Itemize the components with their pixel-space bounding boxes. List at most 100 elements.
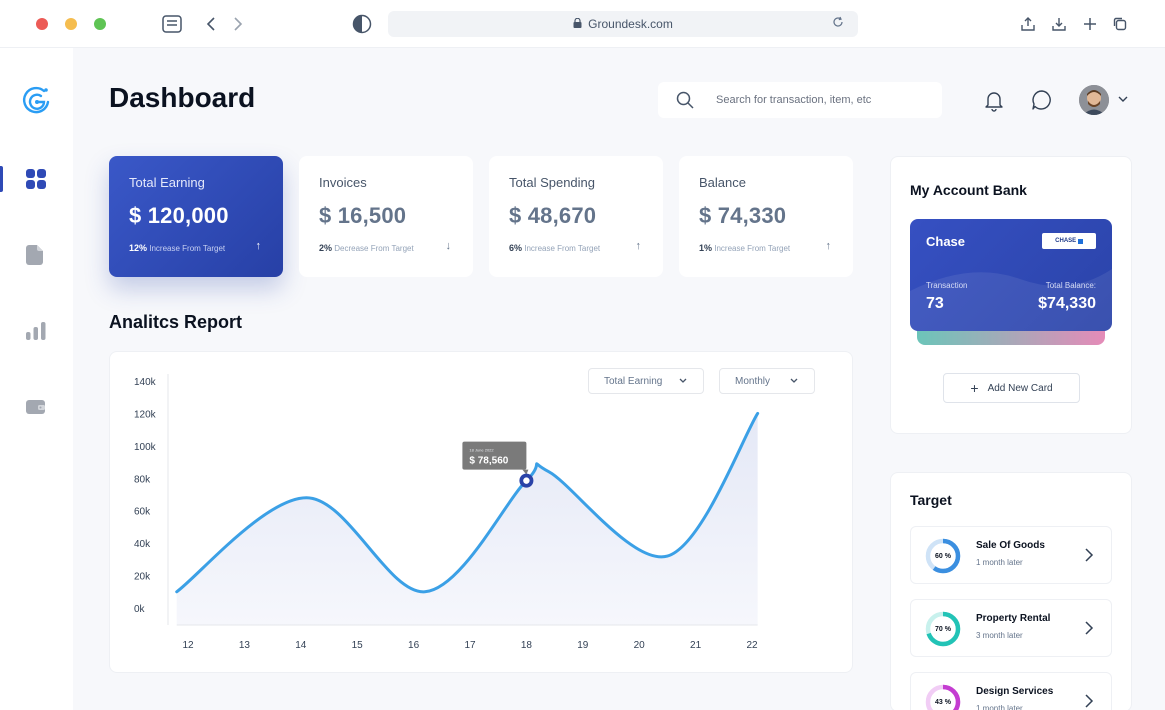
x-tick-label: 21 <box>690 640 702 651</box>
address-bar[interactable]: Groundesk.com <box>388 11 858 37</box>
notification-bell-icon[interactable] <box>982 88 1006 112</box>
sidebar <box>0 48 73 710</box>
chat-icon[interactable] <box>1030 88 1054 112</box>
metric-dropdown[interactable]: Total Earning <box>588 368 704 394</box>
metric-dropdown-label: Total Earning <box>604 375 663 387</box>
x-tick-label: 16 <box>408 640 420 651</box>
chevron-down-icon <box>790 378 798 383</box>
bar-chart-icon[interactable] <box>26 321 46 341</box>
wallet-icon[interactable] <box>26 398 46 418</box>
chevron-down-icon[interactable] <box>1116 92 1130 106</box>
x-tick-label: 12 <box>182 640 194 651</box>
target-name: Design Services <box>976 686 1054 697</box>
target-item[interactable]: 43 % Design Services 1 month later <box>910 672 1112 710</box>
x-tick-label: 15 <box>352 640 364 651</box>
stat-change: 12% Increase From Target <box>129 243 226 253</box>
add-new-card-button[interactable]: + Add New Card <box>943 373 1080 403</box>
stat-card-total-earning[interactable]: Total Earning $ 120,000 12% Increase Fro… <box>109 156 283 277</box>
target-item[interactable]: 60 % Sale Of Goods 1 month later <box>910 526 1112 584</box>
x-tick-label: 19 <box>577 640 589 651</box>
y-tick-label: 20k <box>134 572 151 583</box>
close-window-button[interactable] <box>36 18 48 30</box>
arrow-up-icon: ↑ <box>825 240 832 252</box>
transaction-label: Transaction <box>926 281 968 290</box>
stat-change: 1% Increase From Target <box>699 243 791 253</box>
logo-icon[interactable] <box>21 85 53 117</box>
analytics-chart-panel: 140k 120k 100k 80k 60k 40k 20k 0k 12 13 14 15 16 17 18… <box>109 351 853 673</box>
stat-card-total-spending[interactable]: Total Spending $ 48,670 6% Increase From… <box>489 156 663 277</box>
dashboard-grid-icon[interactable] <box>26 169 46 189</box>
share-icon[interactable] <box>1018 14 1038 34</box>
chevron-right-icon[interactable] <box>1083 694 1095 708</box>
y-tick-label: 100k <box>134 442 157 453</box>
avatar[interactable] <box>1079 85 1109 115</box>
y-tick-label: 120k <box>134 409 157 420</box>
back-icon[interactable] <box>201 14 221 34</box>
target-percent: 60 % <box>935 552 951 560</box>
target-percent: 43 % <box>935 698 951 706</box>
stat-change: 2% Decrease From Target <box>319 243 414 253</box>
balance-label: Total Balance: <box>1045 281 1096 290</box>
url-text: Groundesk.com <box>588 17 673 31</box>
stat-label: Total Spending <box>509 175 596 190</box>
plus-icon: + <box>970 380 979 396</box>
stat-label: Total Earning <box>129 175 205 190</box>
target-time: 1 month later <box>976 558 1023 567</box>
maximize-window-button[interactable] <box>94 18 106 30</box>
arrow-up-icon: ↑ <box>635 240 642 252</box>
period-dropdown[interactable]: Monthly <box>719 368 815 394</box>
y-tick-label: 60k <box>134 507 151 518</box>
active-indicator <box>0 166 3 192</box>
search-icon <box>676 91 694 109</box>
report-title: Analitcs Report <box>109 312 243 332</box>
sidebar-toggle-icon[interactable] <box>162 14 182 34</box>
target-name: Sale Of Goods <box>976 540 1045 551</box>
y-tick-label: 40k <box>134 539 151 550</box>
page-title: Dashboard <box>109 82 256 113</box>
download-icon[interactable] <box>1049 14 1069 34</box>
analytics-chart: 140k 120k 100k 80k 60k 40k 20k 0k 12 13 14 15 16 17 18… <box>134 374 760 651</box>
period-dropdown-label: Monthly <box>735 375 771 387</box>
lock-icon <box>573 17 582 31</box>
target-name: Property Rental <box>976 613 1051 624</box>
x-tick-label: 20 <box>634 640 646 651</box>
target-time: 3 month later <box>976 631 1023 640</box>
stat-label: Balance <box>699 175 746 190</box>
bank-panel-title: My Account Bank <box>910 182 1027 198</box>
arrow-up-icon: ↑ <box>255 240 262 252</box>
tab-overview-icon[interactable] <box>1110 14 1130 34</box>
balance-value: $74,330 <box>1038 295 1096 312</box>
stat-card-invoices[interactable]: Invoices $ 16,500 2% Decrease From Targe… <box>299 156 473 277</box>
add-new-card-label: Add New Card <box>987 382 1053 394</box>
y-tick-label: 0k <box>134 604 146 615</box>
reload-icon[interactable] <box>832 16 844 31</box>
transaction-value: 73 <box>926 295 944 312</box>
stat-label: Invoices <box>319 175 367 190</box>
new-tab-icon[interactable] <box>1080 14 1100 34</box>
search-placeholder: Search for transaction, item, etc <box>716 94 872 106</box>
target-panel: Target 60 % Sale Of Goods 1 month later … <box>890 472 1132 710</box>
stat-value: $ 48,670 <box>509 203 597 228</box>
main-content: Dashboard Search for transaction, item, … <box>73 48 1165 710</box>
x-tick-label: 22 <box>746 640 758 651</box>
document-icon[interactable] <box>26 245 46 265</box>
target-item[interactable]: 70 % Property Rental 3 month later <box>910 599 1112 657</box>
bank-logo: CHASE <box>1042 233 1096 249</box>
forward-icon[interactable] <box>228 14 248 34</box>
theme-toggle-icon[interactable] <box>352 14 372 34</box>
bank-account-panel: My Account Bank Chase CHASE Transaction … <box>890 156 1132 434</box>
chevron-right-icon[interactable] <box>1083 621 1095 635</box>
search-input[interactable]: Search for transaction, item, etc <box>658 82 942 118</box>
browser-toolbar: Groundesk.com <box>0 0 1165 48</box>
target-percent: 70 % <box>935 625 951 633</box>
y-tick-label: 140k <box>134 377 157 388</box>
stat-value: $ 120,000 <box>129 203 229 228</box>
target-time: 1 month later <box>976 704 1023 710</box>
chevron-right-icon[interactable] <box>1083 548 1095 562</box>
x-tick-label: 17 <box>464 640 476 651</box>
stat-card-balance[interactable]: Balance $ 74,330 1% Increase From Target… <box>679 156 853 277</box>
x-tick-label: 13 <box>239 640 251 651</box>
bank-card[interactable]: Chase CHASE Transaction 73 Total Balance… <box>910 219 1112 331</box>
minimize-window-button[interactable] <box>65 18 77 30</box>
y-tick-label: 80k <box>134 474 151 485</box>
